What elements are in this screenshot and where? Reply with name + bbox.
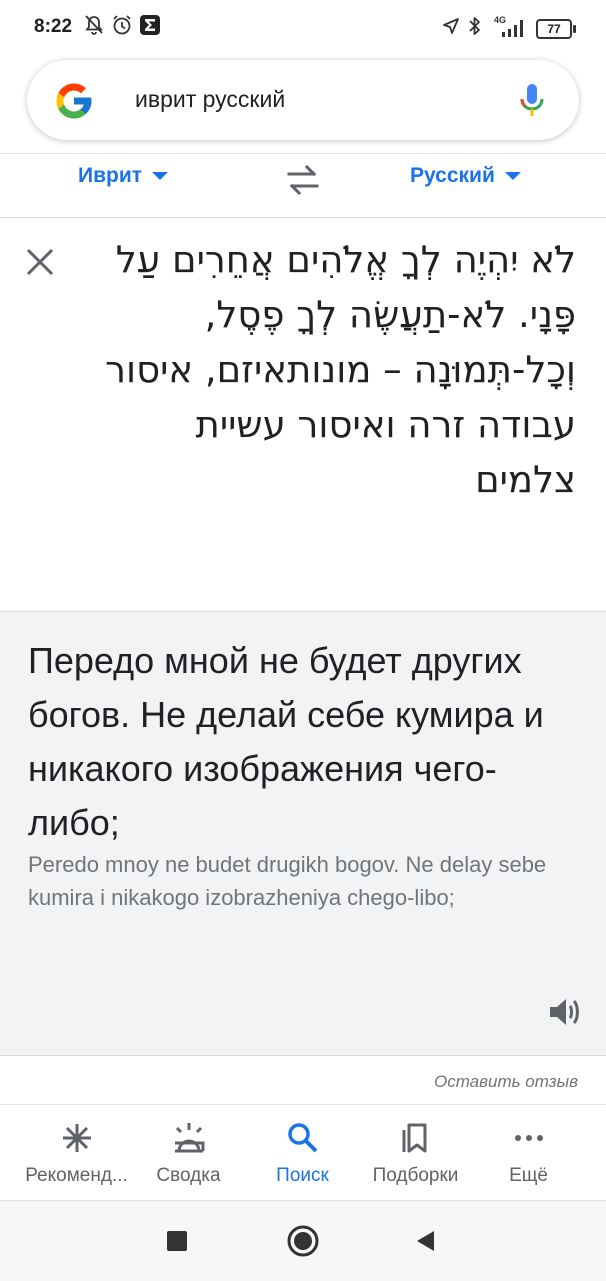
translation-panel: Передо мной не будет других богов. Не де… [0, 611, 606, 1056]
nav-more-label: Ещё [509, 1165, 548, 1186]
nav-more[interactable]: Ещё [468, 1105, 589, 1201]
back-icon[interactable] [414, 1229, 438, 1253]
bluetooth-icon [469, 17, 480, 35]
search-box[interactable]: иврит русский [27, 60, 579, 140]
system-navigation-bar [0, 1200, 606, 1281]
nav-collections-label: Подборки [372, 1165, 459, 1186]
feedback-link[interactable]: Оставить отзыв [434, 1072, 578, 1092]
target-language-label: Русский [410, 164, 495, 187]
asterisk-icon [62, 1124, 91, 1152]
collections-icon [402, 1123, 426, 1153]
translation-text: Передо мной не будет других богов. Не де… [28, 640, 544, 843]
target-language-selector[interactable]: Русский [410, 164, 521, 188]
nav-digest-label: Сводка [156, 1165, 221, 1186]
source-text-panel[interactable]: לֹא יִהְיֶה לְךָ אֱלֹהִים אֲחֵרִים עַל פ… [0, 218, 606, 611]
language-bar: Иврит Русский [0, 155, 606, 217]
nav-recommendations-label: Рекоменд... [25, 1165, 128, 1186]
recents-icon[interactable] [166, 1230, 188, 1252]
chevron-down-icon [504, 172, 521, 181]
battery-indicator: 77 [536, 19, 576, 39]
alarm-icon [113, 15, 131, 35]
more-icon [514, 1135, 543, 1141]
nav-recommendations[interactable]: Рекоменд... [16, 1105, 137, 1201]
google-logo-icon [56, 83, 92, 119]
speaker-icon[interactable] [546, 994, 582, 1030]
divider [0, 153, 606, 154]
sunrise-icon [174, 1123, 204, 1153]
notifications-off-icon [85, 15, 103, 35]
home-icon[interactable] [286, 1224, 320, 1258]
nav-collections[interactable]: Подборки [355, 1105, 476, 1201]
signal-icon [502, 20, 523, 37]
chevron-down-icon [152, 172, 169, 181]
location-icon [443, 18, 459, 34]
sigma-app-icon [140, 15, 160, 35]
transliteration-text: Peredo mnoy ne budet drugikh bogov. Ne d… [28, 852, 547, 910]
nav-digest[interactable]: Сводка [128, 1105, 249, 1201]
search-query[interactable]: иврит русский [135, 86, 285, 113]
source-text[interactable]: לֹא יִהְיֶה לְךָ אֱלֹהִים אֲחֵרִים עַל פ… [100, 232, 576, 507]
status-bar: 8:22 4G 77 [0, 0, 606, 58]
swap-languages-icon[interactable] [283, 159, 323, 199]
source-language-label: Иврит [78, 164, 143, 187]
bottom-navigation: Рекоменд... Сводка Поиск Подборки Ещё [0, 1104, 606, 1201]
microphone-icon[interactable] [519, 82, 545, 120]
search-icon [287, 1123, 317, 1153]
nav-search-label: Поиск [276, 1165, 329, 1186]
nav-search[interactable]: Поиск [242, 1105, 363, 1201]
source-language-selector[interactable]: Иврит [78, 164, 169, 188]
status-time: 8:22 [34, 16, 73, 37]
close-icon[interactable] [24, 246, 56, 278]
